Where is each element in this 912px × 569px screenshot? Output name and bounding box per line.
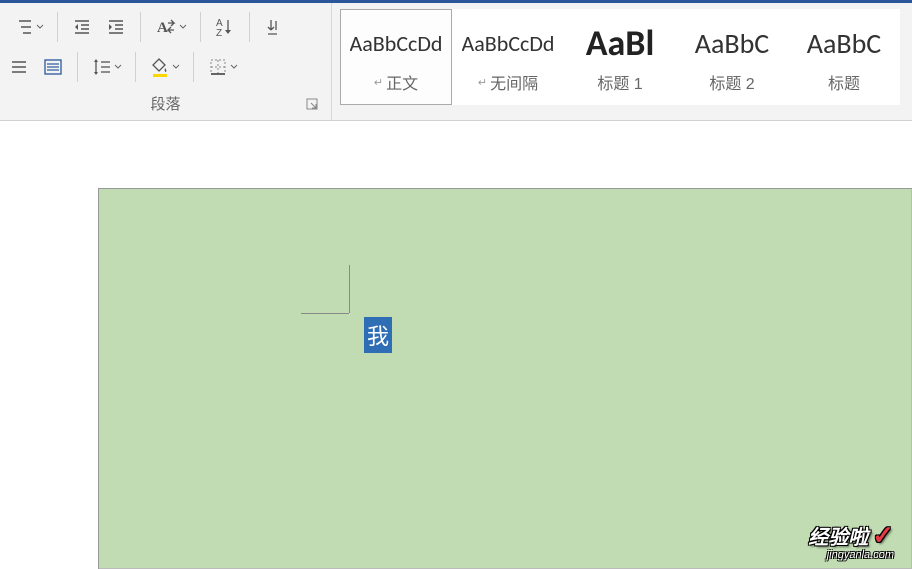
style-name-text: 标题 xyxy=(828,70,860,94)
watermark-text: 经验啦 xyxy=(808,521,868,550)
style-name: ↵正文 xyxy=(374,70,418,94)
style-item-3[interactable]: AaBbC标题 2 xyxy=(676,9,788,105)
paragraph-marker-icon: ↵ xyxy=(478,76,487,89)
sort-button[interactable]: A Z xyxy=(211,11,239,43)
separator xyxy=(193,52,194,82)
chevron-down-icon xyxy=(114,63,122,71)
style-name: 标题 1 xyxy=(597,70,642,94)
align-distributed-button[interactable] xyxy=(5,51,33,83)
paragraph-dialog-launcher[interactable] xyxy=(306,98,320,112)
style-preview: AaBl xyxy=(586,18,655,68)
styles-gallery: AaBbCcDd↵正文AaBbCcDd↵无间隔AaBl标题 1AaBbC标题 2… xyxy=(332,3,900,120)
svg-text:A: A xyxy=(157,20,168,36)
separator xyxy=(200,12,201,42)
separator xyxy=(135,52,136,82)
style-name-text: 无间隔 xyxy=(490,70,538,94)
separator xyxy=(77,52,78,82)
multilevel-list-button[interactable] xyxy=(10,11,47,43)
chevron-down-icon xyxy=(179,23,187,31)
style-item-1[interactable]: AaBbCcDd↵无间隔 xyxy=(452,9,564,105)
line-spacing-button[interactable] xyxy=(88,51,125,83)
style-preview: AaBbCcDd xyxy=(462,18,555,68)
style-name: 标题 xyxy=(828,70,860,94)
style-preview: AaBbC xyxy=(807,18,881,68)
align-justify-button[interactable] xyxy=(39,51,67,83)
borders-button[interactable] xyxy=(204,51,241,83)
svg-text:Z: Z xyxy=(216,28,222,38)
shading-button[interactable] xyxy=(146,51,183,83)
chevron-down-icon xyxy=(230,63,238,71)
check-icon: ✓ xyxy=(872,520,894,551)
style-name-text: 标题 1 xyxy=(597,70,642,94)
paragraph-group: A A Z xyxy=(0,3,332,120)
style-name-text: 标题 2 xyxy=(709,70,754,94)
chevron-down-icon xyxy=(172,63,180,71)
decrease-indent-button[interactable] xyxy=(68,11,96,43)
style-name: 标题 2 xyxy=(709,70,754,94)
separator xyxy=(57,12,58,42)
paragraph-row1: A A Z xyxy=(5,11,326,43)
text-direction-button[interactable]: A xyxy=(151,11,190,43)
separator xyxy=(249,12,250,42)
watermark-main: 经验啦 ✓ xyxy=(808,520,894,551)
watermark: 经验啦 ✓ jingyanla.com xyxy=(808,520,894,561)
style-name-text: 正文 xyxy=(386,70,418,94)
chevron-down-icon xyxy=(36,23,44,31)
selected-text[interactable]: 我 xyxy=(364,317,392,353)
paragraph-row2 xyxy=(5,51,326,83)
style-item-4[interactable]: AaBbC标题 xyxy=(788,9,900,105)
cursor-horizontal xyxy=(301,313,349,314)
style-item-2[interactable]: AaBl标题 1 xyxy=(564,9,676,105)
style-name: ↵无间隔 xyxy=(478,70,538,94)
page[interactable]: 我 xyxy=(98,188,912,569)
style-preview: AaBbC xyxy=(695,18,769,68)
ribbon: A A Z xyxy=(0,3,912,121)
increase-indent-button[interactable] xyxy=(102,11,130,43)
show-marks-button[interactable] xyxy=(260,11,286,43)
style-preview: AaBbCcDd xyxy=(350,18,443,68)
paragraph-marker-icon: ↵ xyxy=(374,76,383,89)
document-area: 我 xyxy=(0,160,912,569)
cursor-vertical xyxy=(349,265,350,313)
paragraph-group-label: 段落 xyxy=(5,83,326,118)
style-item-0[interactable]: AaBbCcDd↵正文 xyxy=(340,9,452,105)
separator xyxy=(140,12,141,42)
watermark-url: jingyanla.com xyxy=(808,549,894,561)
paragraph-label-text: 段落 xyxy=(150,96,180,113)
